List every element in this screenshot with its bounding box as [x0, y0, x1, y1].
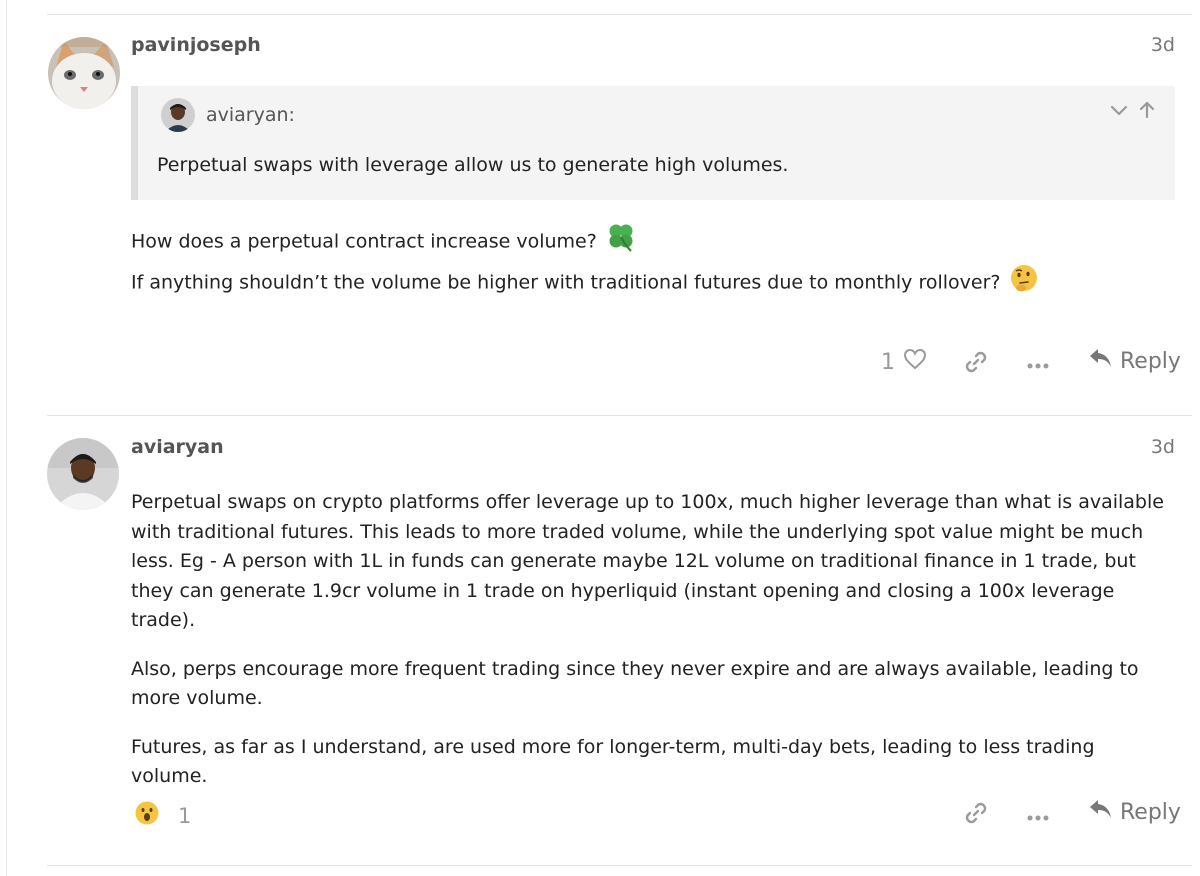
post-body: How does a perpetual contract increase v… [131, 221, 1171, 303]
body-paragraph: Also, perps encourage more frequent trad… [131, 657, 1139, 710]
link-icon [963, 349, 989, 381]
like-count: 1 [881, 349, 895, 375]
reaction-button[interactable]: 1 [134, 800, 191, 832]
post-date[interactable]: 3d [1151, 34, 1175, 56]
person-avatar[interactable] [47, 438, 119, 510]
top-divider [47, 14, 1192, 15]
reaction-count: 1 [178, 804, 192, 828]
reply-button[interactable]: Reply [1088, 347, 1181, 375]
body-paragraph: Futures, as far as I understand, are use… [131, 735, 1095, 788]
reply-arrow-icon [1088, 347, 1112, 375]
post-username[interactable]: aviaryan [131, 436, 224, 458]
left-rule [6, 0, 7, 876]
reply-arrow-icon [1088, 798, 1112, 826]
body-paragraph: Perpetual swaps on crypto platforms offe… [131, 491, 1164, 631]
chevron-down-icon[interactable] [1109, 100, 1129, 124]
quote-block: aviaryan: Perpetual swaps with leverage … [131, 86, 1175, 200]
share-link-button[interactable] [963, 349, 989, 381]
surprised-face-emoji [134, 800, 160, 832]
four-leaf-clover-emoji [605, 221, 637, 263]
like-button[interactable]: 1 [881, 348, 927, 376]
quote-author: aviaryan: [206, 104, 295, 126]
post-date[interactable]: 3d [1151, 436, 1175, 458]
quote-avatar[interactable] [161, 98, 195, 132]
cat-avatar[interactable] [48, 37, 120, 109]
more-actions-button[interactable] [1026, 353, 1050, 378]
share-link-button[interactable] [963, 800, 989, 832]
reply-label: Reply [1120, 799, 1181, 825]
reply-label: Reply [1120, 348, 1181, 374]
bottom-divider [47, 865, 1192, 866]
ellipsis-icon [1026, 353, 1050, 378]
post-divider [47, 415, 1192, 416]
post-username[interactable]: pavinjoseph [131, 34, 261, 56]
post-body: Perpetual swaps on crypto platforms offe… [131, 488, 1171, 811]
thinking-face-emoji [1009, 263, 1039, 303]
quote-text: Perpetual swaps with leverage allow us t… [157, 154, 789, 176]
ellipsis-icon [1026, 805, 1050, 830]
more-actions-button[interactable] [1026, 805, 1050, 830]
reply-button[interactable]: Reply [1088, 798, 1181, 826]
heart-icon [903, 348, 927, 376]
arrow-up-icon[interactable] [1137, 100, 1157, 124]
link-icon [963, 800, 989, 832]
body-line: If anything shouldn’t the volume be high… [131, 271, 1001, 294]
body-line: How does a perpetual contract increase v… [131, 230, 597, 253]
